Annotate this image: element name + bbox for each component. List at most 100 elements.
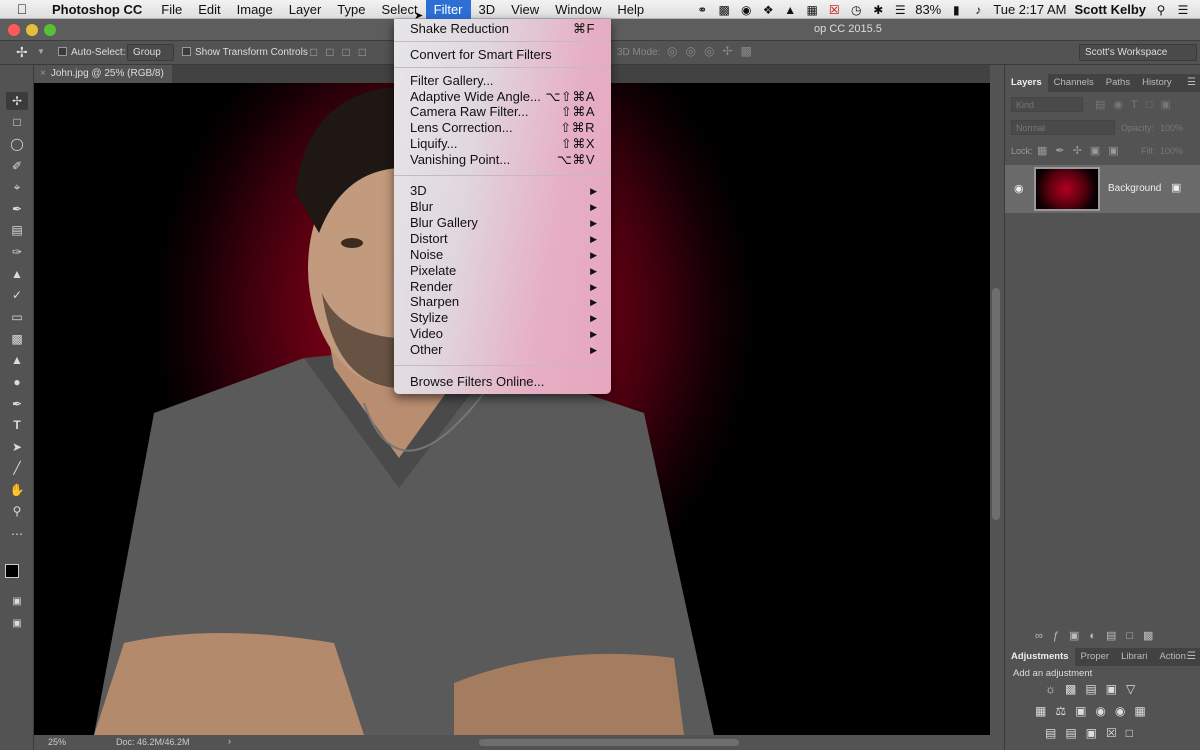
menu-item-camera-raw-filter[interactable]: Camera Raw Filter... ⇧⌘A (410, 104, 600, 120)
clone-stamp-tool-icon[interactable]: ▲ (6, 265, 28, 283)
menu-item-liquify[interactable]: Liquify... ⇧⌘X (410, 136, 600, 152)
type-tool-icon[interactable]: T (6, 416, 28, 434)
mail-alert-icon[interactable]: ☒ (827, 3, 841, 17)
lock-icons[interactable]: ▦✒✢▣▣ (1037, 144, 1127, 157)
gradient-tool-icon[interactable]: ▩ (6, 330, 28, 348)
layers-footer-icons[interactable]: ∞ƒ▣◐▤□▩ (1035, 629, 1163, 642)
menu-help[interactable]: Help (609, 0, 652, 19)
submenu-noise[interactable]: Noise ▶ (410, 247, 600, 263)
fill-value[interactable]: 100% (1160, 146, 1183, 156)
wifi-icon[interactable]: ☰ (893, 3, 907, 17)
submenu-other[interactable]: Other ▶ (410, 342, 600, 358)
filter-kind-dropdown[interactable]: Kind (1011, 97, 1083, 112)
menu-item-convert-smart-filters[interactable]: Convert for Smart Filters (410, 47, 600, 63)
tab-adjustments[interactable]: Adjustments (1005, 648, 1075, 666)
menu-3d[interactable]: 3D (471, 0, 504, 19)
time-machine-icon[interactable]: ◷ (849, 3, 863, 17)
submenu-video[interactable]: Video ▶ (410, 326, 600, 342)
volume-icon[interactable]: ♪ (971, 3, 985, 17)
menu-image[interactable]: Image (229, 0, 281, 19)
tab-history[interactable]: History (1136, 74, 1178, 92)
adjustment-icons-row-1[interactable]: ☼▩▤▣▽ (1045, 682, 1144, 696)
quick-mask-icon[interactable]: ▣ (6, 593, 28, 611)
clock[interactable]: Tue 2:17 AM (993, 2, 1066, 17)
menu-app-name[interactable]: Photoshop CC (44, 0, 153, 19)
menu-item-filter-gallery[interactable]: Filter Gallery... (410, 73, 600, 89)
submenu-blur[interactable]: Blur ▶ (410, 199, 600, 215)
align-vertical-center-icon[interactable]: □ (326, 45, 333, 59)
user-name[interactable]: Scott Kelby (1074, 2, 1146, 17)
panel-menu-icon[interactable]: ☰ (1187, 77, 1196, 88)
pen-tool-icon[interactable]: ✒ (6, 395, 28, 413)
healing-brush-tool-icon[interactable]: ▤ (6, 221, 28, 239)
tab-properties[interactable]: Proper (1075, 648, 1116, 666)
layer-lock-icon[interactable]: ▣ (1171, 181, 1181, 194)
submenu-blur-gallery[interactable]: Blur Gallery ▶ (410, 215, 600, 231)
move-tool-icon[interactable]: ✢ (6, 92, 28, 110)
spotlight-search-icon[interactable]: ⚲ (1154, 3, 1168, 17)
submenu-sharpen[interactable]: Sharpen ▶ (410, 294, 600, 310)
line-tool-icon[interactable]: ╱ (6, 459, 28, 477)
submenu-3d[interactable]: 3D ▶ (410, 183, 600, 199)
eraser-tool-icon[interactable]: ▭ (6, 308, 28, 326)
auto-select-dropdown[interactable]: Group (127, 44, 174, 61)
horizontal-scroll-thumb[interactable] (479, 739, 739, 746)
battery-percent[interactable]: 83% (915, 2, 941, 17)
visibility-eye-icon[interactable]: ◉ (1014, 182, 1024, 195)
eyedropper-tool-icon[interactable]: ✒ (6, 200, 28, 218)
menu-item-adaptive-wide-angle[interactable]: Adaptive Wide Angle... ⌥⇧⌘A (410, 89, 600, 105)
grid-icon[interactable]: ▦ (805, 3, 819, 17)
hand-tool-icon[interactable]: ✋ (6, 481, 28, 499)
tab-layers[interactable]: Layers (1005, 74, 1048, 92)
more-tools-icon[interactable]: ⋯ (6, 525, 28, 543)
3d-mode-icons[interactable]: ◎◎◎✢▩ (667, 44, 760, 58)
menu-file[interactable]: File (153, 0, 190, 19)
brush-tool-icon[interactable]: ✑ (6, 243, 28, 261)
up-arrow-icon[interactable]: ▲ (783, 3, 797, 17)
history-brush-tool-icon[interactable]: ✓ (6, 286, 28, 304)
screen-mode-icon[interactable]: ▣ (6, 615, 28, 633)
align-bottom-icon[interactable]: □ (343, 45, 350, 59)
submenu-distort[interactable]: Distort ▶ (410, 231, 600, 247)
creative-cloud-icon[interactable]: ⚭ (695, 3, 709, 17)
menu-item-lens-correction[interactable]: Lens Correction... ⇧⌘R (410, 120, 600, 136)
minimize-window-button[interactable] (26, 24, 38, 36)
path-selection-tool-icon[interactable]: ➤ (6, 438, 28, 456)
status-menu-arrow-icon[interactable]: › (228, 736, 231, 746)
menu-edit[interactable]: Edit (190, 0, 228, 19)
align-top-icon[interactable]: □ (310, 45, 317, 59)
document-tab[interactable]: × John.jpg @ 25% (RGB/8) (34, 65, 172, 83)
vertical-scroll-thumb[interactable] (992, 288, 1000, 520)
show-transform-option[interactable]: Show Transform Controls (182, 47, 308, 58)
menu-window[interactable]: Window (547, 0, 609, 19)
quick-select-tool-icon[interactable]: ✐ (6, 157, 28, 175)
dodge-tool-icon[interactable]: ● (6, 373, 28, 391)
submenu-pixelate[interactable]: Pixelate ▶ (410, 263, 600, 279)
submenu-stylize[interactable]: Stylize ▶ (410, 310, 600, 326)
tab-channels[interactable]: Channels (1048, 74, 1100, 92)
foreground-color-swatch[interactable] (5, 564, 19, 578)
zoom-tool-icon[interactable]: ⚲ (6, 502, 28, 520)
show-transform-checkbox[interactable] (182, 47, 191, 56)
close-tab-icon[interactable]: × (40, 68, 46, 79)
crop-tool-icon[interactable]: ⌖ (6, 178, 28, 196)
circle-icon[interactable]: ◉ (739, 3, 753, 17)
blend-mode-dropdown[interactable]: Normal (1011, 120, 1115, 135)
layer-filter-icons[interactable]: ▤◉T□▣ (1095, 98, 1179, 111)
move-tool-preset-icon[interactable]: ✢ (16, 44, 28, 61)
workspace-dropdown[interactable]: Scott's Workspace (1079, 44, 1197, 61)
menu-view[interactable]: View (503, 0, 547, 19)
menu-filter[interactable]: Filter (425, 0, 471, 19)
adjustments-menu-icon[interactable]: ☰ (1187, 651, 1196, 662)
close-window-button[interactable] (8, 24, 20, 36)
zoom-level[interactable]: 25% (48, 737, 66, 747)
marquee-tool-icon[interactable]: □ (6, 113, 28, 131)
layer-name[interactable]: Background (1108, 183, 1161, 194)
opacity-value[interactable]: 100% (1160, 123, 1183, 133)
adjustment-icons-row-2[interactable]: ▦⚖▣◉◉▦ (1035, 704, 1155, 718)
menu-item-browse-filters-online[interactable]: Browse Filters Online... (410, 374, 600, 390)
menu-item-shake-reduction[interactable]: Shake Reduction ⌘F (410, 21, 600, 37)
align-left-icon[interactable]: □ (359, 45, 366, 59)
auto-select-option[interactable]: Auto-Select: (58, 47, 125, 58)
blur-tool-icon[interactable]: ▲ (6, 351, 28, 369)
